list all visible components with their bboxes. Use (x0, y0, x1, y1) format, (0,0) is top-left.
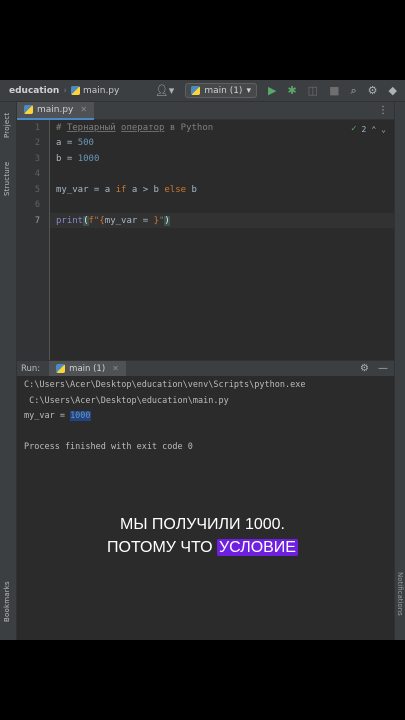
breadcrumb-project[interactable]: education (9, 86, 59, 96)
chevron-down-icon[interactable]: ⌄ (381, 125, 386, 134)
code-text: my_var = a (56, 185, 116, 195)
console-result-value: 1000 (70, 411, 91, 421)
editor-tab-bar: main.py ✕ ⋮ (17, 101, 394, 120)
breadcrumb-file-label: main.py (82, 85, 120, 96)
gear-icon[interactable]: ⚙ (368, 85, 378, 96)
line-number: 2 (34, 138, 40, 148)
right-tool-strip: Notifications (394, 102, 405, 640)
code-line-ternary: my_var = a if a > b else b (56, 185, 197, 195)
chevron-down-icon: ▾ (246, 85, 251, 96)
code-keyword: if (115, 185, 127, 195)
line-number-gutter: 1 2 3 4 5 6 7 (17, 120, 50, 360)
checkmark-icon: ✓ (351, 124, 357, 134)
line-number: 6 (34, 200, 40, 210)
code-text: a > b (126, 185, 165, 195)
code-text: b (186, 185, 197, 195)
comment-rest: в Python (169, 123, 214, 133)
inspection-count: 2 (361, 124, 367, 134)
code-text: b = (56, 154, 78, 164)
line-number-current: 7 (34, 216, 40, 226)
python-run-icon (56, 364, 66, 373)
inspection-widget[interactable]: ✓ 2 ⌃ ⌄ (351, 124, 386, 134)
project-tool-tab[interactable]: Project (3, 108, 11, 138)
comment-hash: # (56, 123, 67, 133)
coverage-icon[interactable]: ◫ (308, 85, 318, 96)
console-result-prefix: my_var = (24, 411, 71, 421)
code-number: 1000 (77, 154, 100, 164)
left-tool-strip: Project Structure Bookmarks (0, 102, 17, 640)
python-file-icon (70, 86, 80, 95)
stop-icon[interactable]: ■ (329, 85, 339, 96)
python-file-icon (24, 105, 33, 114)
notifications-tool-tab[interactable]: Notifications (396, 572, 404, 642)
line-number: 3 (34, 154, 40, 164)
jetbrains-logo-icon[interactable]: ◆ (389, 85, 397, 96)
code-line-b: b = 1000 (56, 154, 99, 164)
navigation-bar: education › main.py 👤︎▾ main (1) ▾ ▶ ✱ ◫… (0, 80, 405, 102)
run-tool-header: Run: main (1) ✕ ⚙ — (17, 360, 394, 377)
code-keyword: else (164, 185, 187, 195)
gear-icon[interactable]: ⚙ (360, 363, 369, 374)
line-number: 4 (34, 169, 40, 179)
console-command-line: C:\Users\Acer\Desktop\education\venv\Scr… (24, 380, 306, 390)
toolbar-actions: 👤︎▾ main (1) ▾ ▶ ✱ ◫ ■ ⌕ ⚙ ◆ (155, 83, 397, 98)
breadcrumb-file[interactable]: main.py (70, 85, 120, 96)
user-icon[interactable]: 👤︎▾ (155, 85, 175, 96)
structure-tool-tab[interactable]: Structure (3, 152, 11, 196)
console-result-line: my_var = 1000 (24, 411, 91, 421)
run-actions: ⚙ — (360, 363, 388, 374)
more-icon[interactable]: ⋮ (378, 105, 388, 116)
subtitle-line-2: ПОТОМУ ЧТО УСЛОВИЕ (0, 539, 405, 557)
line-number: 1 (34, 123, 40, 133)
run-tab-label: main (1) (69, 363, 106, 374)
minimize-icon[interactable]: — (378, 363, 388, 374)
run-configuration-label: main (1) (204, 85, 243, 96)
run-label: Run: (21, 363, 41, 374)
code-fstring-prefix: f" (88, 216, 100, 226)
tab-label: main.py (37, 104, 74, 115)
search-icon[interactable]: ⌕ (350, 85, 356, 96)
line-number: 5 (34, 185, 40, 195)
code-paren: ) (164, 216, 170, 226)
code-builtin: print (56, 216, 84, 226)
console-command-line: C:\Users\Acer\Desktop\education\main.py (24, 396, 229, 406)
bookmarks-tool-tab[interactable]: Bookmarks (3, 581, 11, 622)
chevron-up-icon[interactable]: ⌃ (371, 125, 376, 134)
code-line-a: a = 500 (56, 138, 94, 148)
run-tab-main[interactable]: main (1) ✕ (49, 360, 126, 377)
console-exit-line: Process finished with exit code 0 (24, 442, 193, 452)
comment-word: оператор (121, 123, 165, 133)
code-text: a = (56, 138, 78, 148)
comment-word: Тернарный (66, 123, 116, 133)
subtitle-text: ПОТОМУ ЧТО (107, 539, 213, 556)
code-number: 500 (77, 138, 94, 148)
code-text: my_var = (104, 216, 154, 226)
close-icon[interactable]: ✕ (80, 105, 87, 114)
code-line-print: print(f"{my_var = }") (56, 216, 170, 226)
debug-icon[interactable]: ✱ (287, 84, 296, 97)
run-console[interactable]: C:\Users\Acer\Desktop\education\venv\Scr… (17, 376, 394, 640)
breadcrumb-separator: › (63, 85, 67, 96)
subtitle-line-1: МЫ ПОЛУЧИЛИ 1000. (119, 516, 285, 533)
tab-main-py[interactable]: main.py ✕ (17, 101, 95, 120)
code-editor[interactable]: 1 2 3 4 5 6 7 # Тернарный оператор в Pyt… (17, 120, 394, 360)
run-icon[interactable]: ▶ (268, 84, 276, 97)
python-config-icon (191, 86, 201, 95)
run-configuration-select[interactable]: main (1) ▾ (185, 83, 257, 98)
subtitle-highlight: УСЛОВИЕ (217, 539, 298, 556)
close-icon[interactable]: ✕ (112, 364, 119, 373)
code-line-comment: # Тернарный оператор в Python (56, 123, 213, 133)
